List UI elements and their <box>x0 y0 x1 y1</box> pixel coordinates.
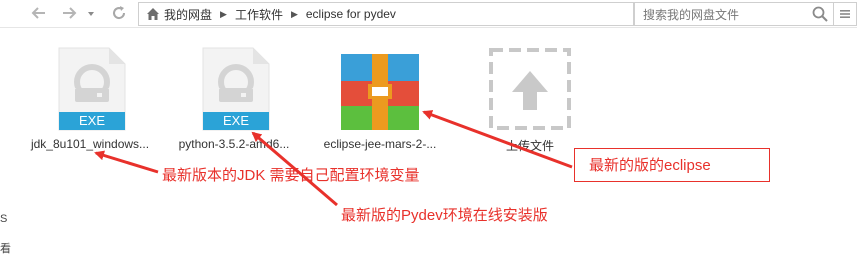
pydev-annotation: 最新版的Pydev环境在线安装版 <box>341 207 548 224</box>
jdk-annotation: 最新版本的JDK 需要自己配置环境变量 <box>162 167 420 184</box>
arrow-to-eclipse <box>422 110 573 169</box>
eclipse-annotation: 最新的版的eclipse <box>574 148 770 182</box>
arrow-to-jdk <box>94 150 159 174</box>
